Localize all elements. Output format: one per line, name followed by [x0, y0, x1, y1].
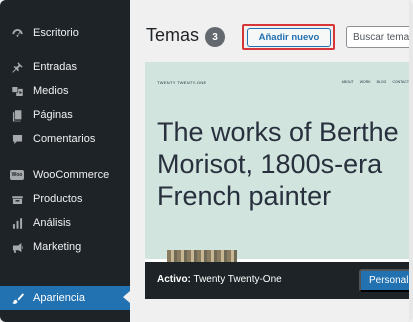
pages-icon — [10, 108, 24, 122]
theme-preview-image — [167, 250, 237, 262]
theme-preview-nav-item: WORK — [359, 80, 371, 84]
active-prefix: Activo: — [157, 274, 191, 285]
sidebar-item-label: Marketing — [33, 241, 82, 253]
megaphone-icon — [10, 240, 24, 254]
theme-screenshot[interactable]: TWENTY TWENTY-ONE ABOUT WORK BLOG CONTAC… — [145, 62, 413, 262]
sidebar-item-entradas[interactable]: Entradas — [0, 56, 130, 78]
sidebar-item-productos[interactable]: Productos — [0, 188, 130, 210]
sidebar-item-comentarios[interactable]: Comentarios — [0, 128, 130, 150]
sidebar-item-escritorio[interactable]: Escritorio — [0, 22, 130, 44]
sidebar-item-label: Páginas — [33, 109, 73, 121]
sidebar-item-label: Análisis — [33, 217, 71, 229]
active-indicator-arrow — [123, 291, 130, 303]
admin-window: Escritorio Entradas Medios Páginas Comen — [0, 0, 413, 322]
active-theme-name: Twenty Twenty-One — [193, 274, 282, 285]
sidebar-item-woocommerce[interactable]: Woo WooCommerce — [0, 164, 130, 186]
sidebar-item-label: WooCommerce — [33, 169, 110, 181]
theme-preview-site-title: TWENTY TWENTY-ONE — [157, 80, 207, 85]
sidebar-item-label: Medios — [33, 85, 69, 97]
theme-card-twenty-twenty-one[interactable]: TWENTY TWENTY-ONE ABOUT WORK BLOG CONTAC… — [145, 62, 413, 299]
sidebar-item-apariencia[interactable]: Apariencia — [0, 286, 130, 310]
main-content: Temas 3 Añadir nuevo TWENTY TWENTY-ONE A… — [130, 0, 413, 322]
dashboard-icon — [10, 26, 24, 40]
theme-card-footer: Activo: Twenty Twenty-One Personalizar — [145, 262, 413, 299]
theme-preview-nav-item: CONTACT — [392, 80, 409, 84]
add-new-button[interactable]: Añadir nuevo — [247, 28, 331, 47]
sidebar-item-label: Comentarios — [33, 133, 96, 145]
theme-preview-nav: ABOUT WORK BLOG CONTACT — [342, 80, 409, 84]
media-icon — [10, 84, 24, 98]
pin-icon — [10, 60, 24, 74]
comments-icon — [10, 132, 24, 146]
woocommerce-icon: Woo — [10, 170, 24, 180]
sidebar-item-analisis[interactable]: Análisis — [0, 212, 130, 234]
window-edge — [409, 0, 413, 322]
theme-preview-nav-item: ABOUT — [341, 80, 354, 84]
sidebar-item-medios[interactable]: Medios — [0, 80, 130, 102]
sidebar-item-label: Apariencia — [33, 292, 85, 304]
customize-button[interactable]: Personalizar — [359, 269, 413, 292]
sidebar-item-label: Entradas — [33, 61, 78, 73]
search-themes-input[interactable] — [346, 26, 413, 48]
sidebar-item-label: Productos — [33, 193, 83, 205]
sidebar-item-label: Escritorio — [33, 27, 79, 39]
page-title: Temas — [146, 25, 200, 45]
theme-count-badge: 3 — [205, 27, 225, 47]
active-theme-label: Activo: Twenty Twenty-One — [157, 274, 282, 285]
analytics-icon — [10, 216, 24, 230]
admin-sidebar: Escritorio Entradas Medios Páginas Comen — [0, 0, 130, 322]
theme-preview-heading: The works of Berthe Morisot, 1800s-era F… — [157, 117, 399, 211]
sidebar-item-marketing[interactable]: Marketing — [0, 236, 130, 258]
sidebar-item-paginas[interactable]: Páginas — [0, 104, 130, 126]
brush-icon — [10, 291, 24, 305]
products-icon — [10, 192, 24, 206]
theme-preview-nav-item: BLOG — [376, 80, 387, 84]
